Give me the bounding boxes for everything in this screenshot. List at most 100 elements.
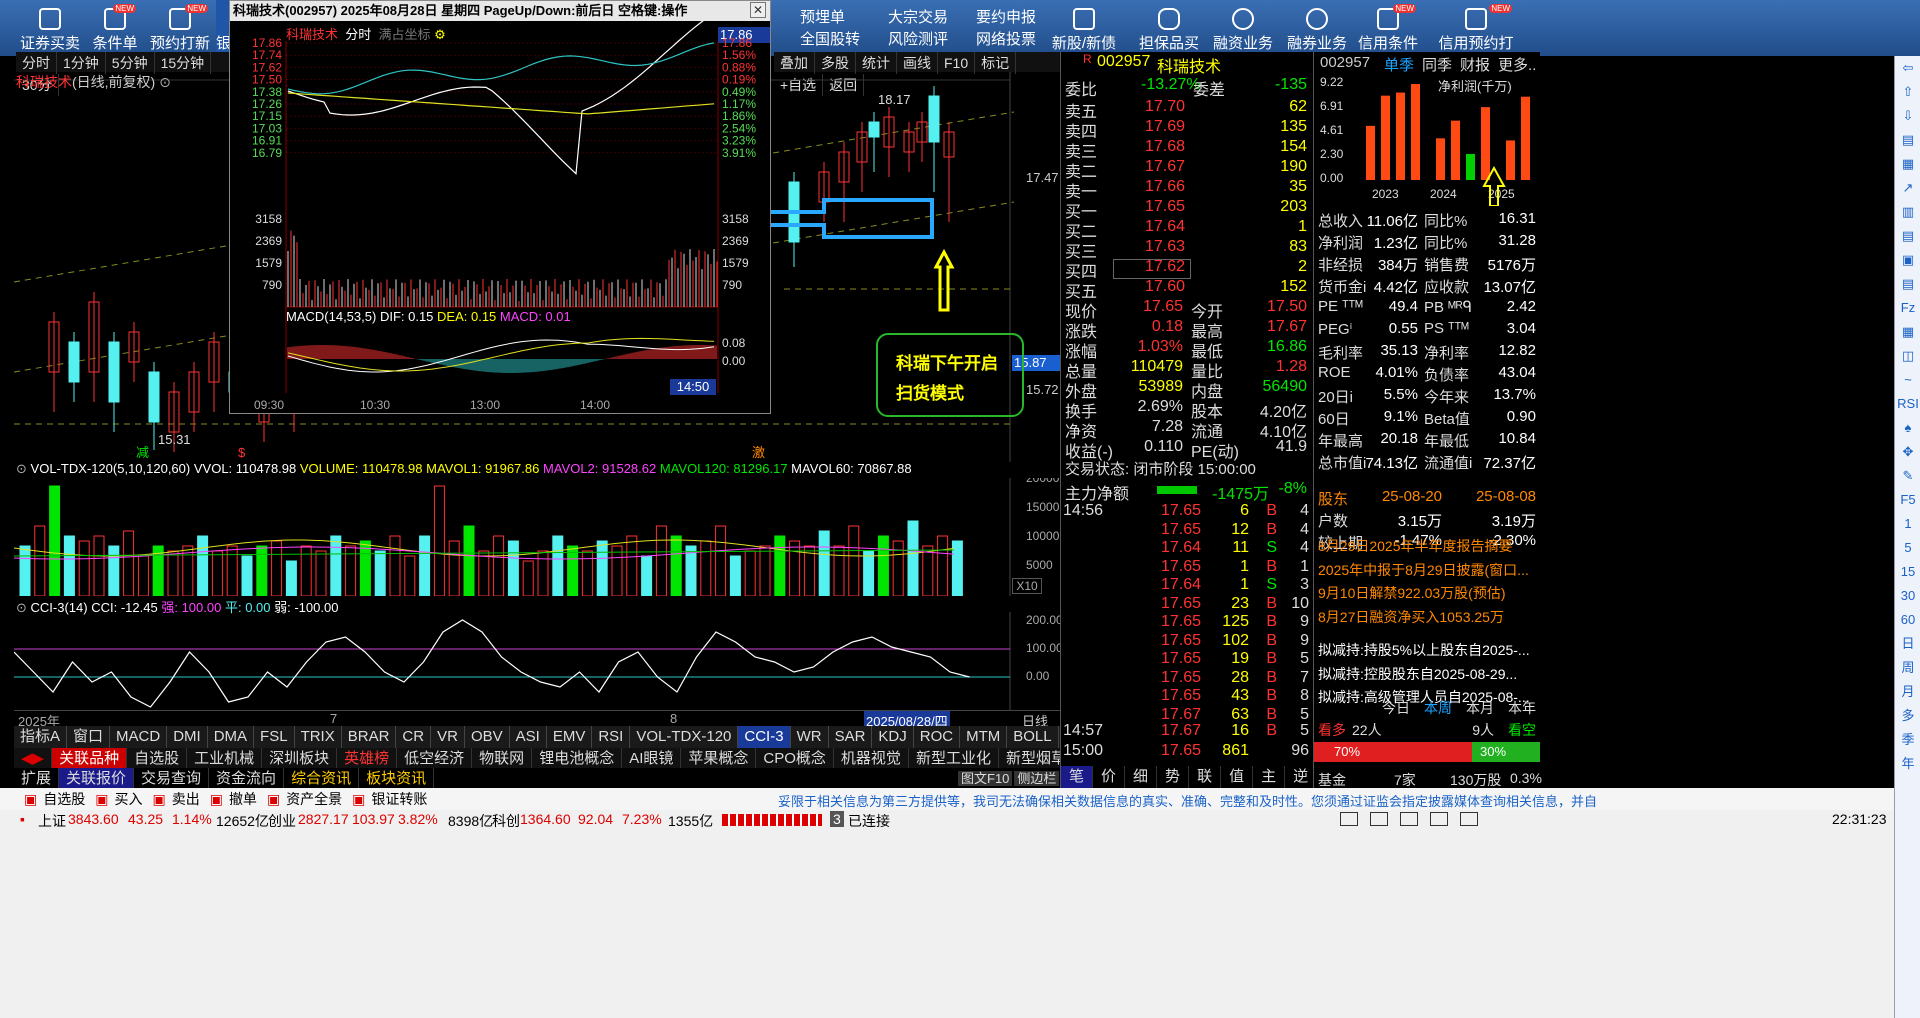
sidebar-tool-icon[interactable]: ▦ <box>1895 320 1920 344</box>
bear-bar[interactable]: 30% <box>1472 742 1540 762</box>
indicator-tab[interactable]: VOL-TDX-120 <box>630 726 739 748</box>
block-trade-link[interactable]: 大宗交易 <box>888 6 948 27</box>
close-icon[interactable]: ✕ <box>750 2 766 18</box>
online-vote-link[interactable]: 网络投票 <box>976 28 1036 49</box>
short-sell-button[interactable]: 融券业务 <box>1284 0 1350 56</box>
sidebar-tool-icon[interactable]: F5 <box>1895 488 1920 512</box>
sidebar-tool-icon[interactable]: 月 <box>1895 680 1920 704</box>
indicator-tab[interactable]: CCI-3 <box>738 726 791 748</box>
mail-icon[interactable] <box>1370 812 1388 826</box>
func-tab[interactable]: 资金流向 <box>209 768 285 790</box>
sidebar-tool-icon[interactable]: ▣ <box>1895 248 1920 272</box>
indicator-tab[interactable]: CR <box>396 726 432 748</box>
sector-tab[interactable]: 自选股 <box>127 748 188 768</box>
news-item[interactable]: 9月10日解禁922.03万股(预估) <box>1318 583 1506 603</box>
period-tab[interactable]: 本月 <box>1466 700 1494 716</box>
sidebar-tab[interactable]: 侧边栏 <box>1014 771 1060 786</box>
sidebar-tool-icon[interactable]: ✥ <box>1895 440 1920 464</box>
sidebar-tool-icon[interactable]: 15 <box>1895 560 1920 584</box>
period-tab[interactable]: 本年 <box>1508 700 1536 716</box>
func-tab[interactable]: 综合资讯 <box>284 768 360 790</box>
tick-tab[interactable]: 值 <box>1221 766 1254 788</box>
risk-test-link[interactable]: 风险测评 <box>888 28 948 49</box>
news-item[interactable]: 拟减持:持股5%以上股东自2025-... <box>1318 640 1530 660</box>
indicator-tab[interactable]: 窗口 <box>67 726 111 748</box>
indicator-tab[interactable]: DMA <box>207 726 255 748</box>
fin-tab[interactable]: 更多.. <box>1498 57 1536 74</box>
sidebar-tool-icon[interactable]: ▤ <box>1895 128 1920 152</box>
sector-tab[interactable]: AI眼镜 <box>622 748 682 768</box>
tab-1min[interactable]: 1分钟 <box>57 52 106 74</box>
func-tab[interactable]: 关联报价 <box>59 768 135 790</box>
mark-button[interactable]: 标记 <box>975 52 1017 74</box>
news-item[interactable]: 8月29日2025年半年度报告摘要 <box>1318 536 1513 556</box>
action-button[interactable]: 撤单 <box>229 791 257 807</box>
settings-icon[interactable]: ⊙ <box>159 74 171 90</box>
fin-tab[interactable]: 财报 <box>1460 57 1490 74</box>
tick-tab[interactable]: 细 <box>1125 766 1158 788</box>
indicator-tab[interactable]: DMI <box>167 726 208 748</box>
sidebar-tool-icon[interactable]: ⇦ <box>1895 56 1920 80</box>
trade-button[interactable]: 证券买卖 <box>18 0 82 56</box>
bell-icon[interactable] <box>1460 812 1478 826</box>
screen-icon[interactable] <box>1340 812 1358 826</box>
tick-tab[interactable]: 势 <box>1157 766 1190 788</box>
tab-5min[interactable]: 5分钟 <box>106 52 155 74</box>
indicator-tab[interactable]: SAR <box>828 726 873 748</box>
tick-tab[interactable]: 主 <box>1253 766 1286 788</box>
sector-tab[interactable]: 英雄榜 <box>337 748 398 768</box>
sector-tab[interactable]: 关联品种 <box>52 748 128 768</box>
action-button[interactable]: 银证转账 <box>371 791 427 807</box>
action-button[interactable]: 买入 <box>114 791 142 807</box>
indicator-tab[interactable]: MTM <box>960 726 1008 748</box>
sector-tab[interactable]: 锂电池概念 <box>532 748 623 768</box>
credit-condition-button[interactable]: NEW信用条件单 <box>1356 0 1420 73</box>
sector-tab[interactable]: CPO概念 <box>756 748 834 768</box>
indicator-tab[interactable]: ASI <box>509 726 547 748</box>
sidebar-tool-icon[interactable]: 日 <box>1895 632 1920 656</box>
tick-tab[interactable]: 价 <box>1093 766 1126 788</box>
collateral-trade-button[interactable]: 担保品买卖 <box>1132 0 1206 73</box>
sidebar-tool-icon[interactable]: ⇩ <box>1895 104 1920 128</box>
indicator-tab[interactable]: BRAR <box>341 726 397 748</box>
indicator-tab[interactable]: ROC <box>913 726 961 748</box>
func-tab[interactable]: 扩展 <box>14 768 60 790</box>
bank-button[interactable]: 银 <box>216 0 231 56</box>
indicator-tab[interactable]: RSI <box>592 726 631 748</box>
sidebar-tool-icon[interactable]: ⇧ <box>1895 80 1920 104</box>
tick-tab[interactable]: 逆 <box>1285 766 1318 788</box>
f10-tab[interactable]: 图文F10 <box>958 771 1013 786</box>
sidebar-tool-icon[interactable]: 周 <box>1895 656 1920 680</box>
sector-tab[interactable]: 深圳板块 <box>262 748 338 768</box>
sidebar-tool-icon[interactable]: 多 <box>1895 704 1920 728</box>
sidebar-tool-icon[interactable]: ✎ <box>1895 464 1920 488</box>
sector-tab[interactable]: 苹果概念 <box>681 748 757 768</box>
indicator-tab[interactable]: TRIX <box>294 726 342 748</box>
multi-stock-button[interactable]: 多股 <box>815 52 856 74</box>
func-tab[interactable]: 交易查询 <box>134 768 210 790</box>
indicator-tab[interactable]: EMV <box>546 726 593 748</box>
sidebar-tool-icon[interactable]: Fz <box>1895 296 1920 320</box>
nav-arrow-icon[interactable]: ◀▶ <box>14 748 53 768</box>
credit-ipo-button[interactable]: NEW信用预约打新 <box>1436 0 1516 73</box>
sidebar-tool-icon[interactable]: ◫ <box>1895 344 1920 368</box>
new-ipo-button[interactable]: 新股/新债 <box>1048 0 1120 56</box>
sidebar-tool-icon[interactable]: 季 <box>1895 728 1920 752</box>
condition-order-button[interactable]: NEW 条件单 <box>90 0 140 56</box>
indicator-tab[interactable]: 指标A <box>14 726 68 748</box>
margin-buy-button[interactable]: 融资业务 <box>1210 0 1276 56</box>
tender-offer-link[interactable]: 要约申报 <box>976 6 1036 27</box>
chat-icon[interactable] <box>1400 812 1418 826</box>
sector-tab[interactable]: 物联网 <box>472 748 533 768</box>
note-icon[interactable] <box>1430 812 1448 826</box>
sidebar-tool-icon[interactable]: RSI <box>1895 392 1920 416</box>
tab-timeshare[interactable]: 分时 <box>16 52 57 74</box>
sidebar-tool-icon[interactable]: 30 <box>1895 584 1920 608</box>
fin-tab[interactable]: 同季 <box>1422 57 1452 74</box>
sidebar-tool-icon[interactable]: 年 <box>1895 752 1920 776</box>
settings-icon[interactable]: ⊙ <box>16 461 27 476</box>
sidebar-tool-icon[interactable]: ▤ <box>1895 224 1920 248</box>
indicator-tab[interactable]: WR <box>790 726 829 748</box>
action-button[interactable]: 卖出 <box>172 791 200 807</box>
tick-tab[interactable]: 联 <box>1189 766 1222 788</box>
